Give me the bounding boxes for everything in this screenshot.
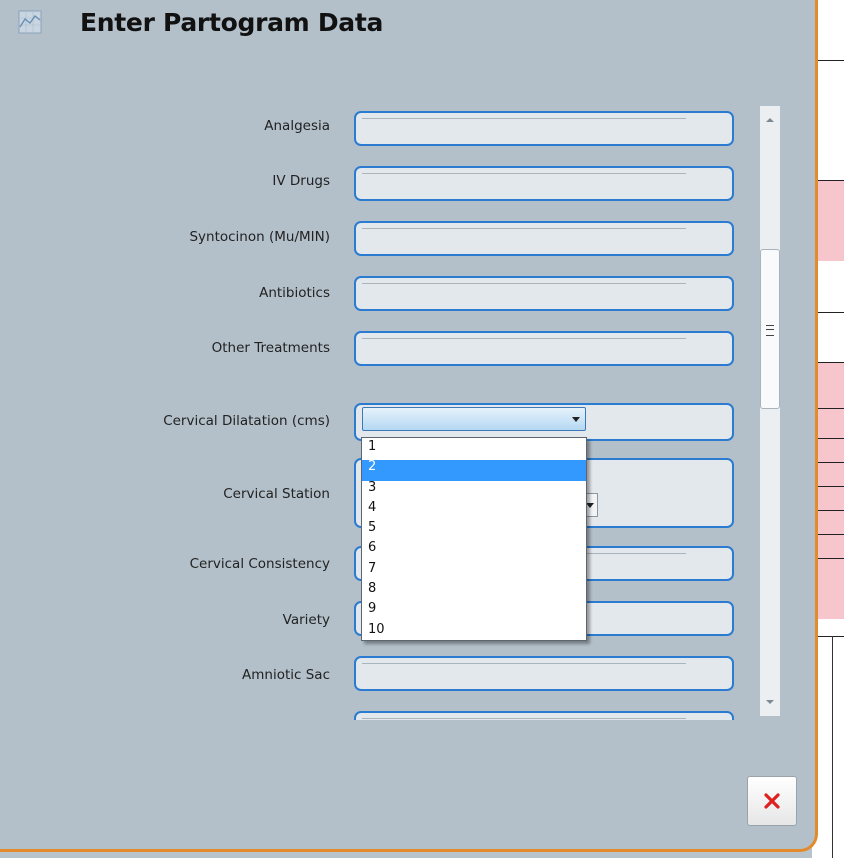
field-label-amniotic-sac: Amniotic Sac (242, 667, 330, 683)
dilatation-dropdown-list: 1 2 3 4 5 6 7 8 9 10 (361, 437, 587, 641)
antibiotics-field[interactable] (354, 276, 734, 311)
field-label-other-treatments: Other Treatments (211, 340, 330, 356)
field-label-cervical-dilatation: Cervical Dilatation (cms) (163, 413, 330, 429)
chevron-down-icon (572, 417, 580, 422)
chart-icon (18, 10, 42, 34)
scroll-down-icon[interactable] (766, 700, 774, 704)
grip-icon (766, 325, 774, 336)
close-button[interactable] (747, 776, 797, 826)
other-treatments-field[interactable] (354, 331, 734, 366)
field-inner-line (362, 718, 686, 719)
next-field[interactable] (354, 711, 734, 720)
scroll-up-icon[interactable] (766, 118, 774, 122)
dropdown-option[interactable]: 6 (362, 541, 586, 561)
dropdown-option[interactable]: 9 (362, 602, 586, 622)
dropdown-option[interactable]: 7 (362, 561, 586, 582)
syntocinon-field[interactable] (354, 221, 734, 256)
background-grid-line (832, 636, 833, 858)
field-label-iv-drugs: IV Drugs (272, 173, 330, 189)
close-icon (764, 793, 780, 809)
field-label-variety: Variety (282, 612, 330, 628)
iv-drugs-field[interactable] (354, 166, 734, 201)
field-inner-line (362, 338, 686, 339)
dropdown-option[interactable]: 5 (362, 521, 586, 541)
dropdown-option[interactable]: 8 (362, 581, 586, 602)
dropdown-option[interactable]: 2 (362, 460, 586, 481)
field-inner-line (362, 283, 686, 284)
form-scrollbar[interactable] (760, 106, 780, 716)
dropdown-option[interactable]: 10 (362, 622, 586, 643)
scrollbar-thumb[interactable] (760, 249, 780, 409)
amniotic-sac-field[interactable] (354, 656, 734, 691)
field-label-syntocinon: Syntocinon (Mu/MIN) (189, 229, 330, 245)
cervical-dilatation-combobox[interactable] (362, 407, 586, 431)
field-inner-line (362, 173, 686, 174)
field-inner-line (362, 118, 686, 119)
field-label-analgesia: Analgesia (264, 118, 330, 134)
partogram-dialog: Enter Partogram Data Analgesia IV Drugs … (0, 0, 818, 852)
dropdown-option[interactable]: 4 (362, 500, 586, 521)
field-inner-line (362, 663, 686, 664)
dialog-title: Enter Partogram Data (80, 8, 384, 37)
field-label-cervical-station: Cervical Station (223, 486, 330, 502)
field-inner-line (362, 228, 686, 229)
chevron-down-icon (586, 503, 594, 508)
dropdown-option[interactable]: 3 (362, 480, 586, 501)
dropdown-option[interactable]: 1 (362, 439, 586, 460)
field-label-antibiotics: Antibiotics (259, 285, 330, 301)
analgesia-field[interactable] (354, 111, 734, 146)
field-label-cervical-consistency: Cervical Consistency (189, 556, 330, 572)
